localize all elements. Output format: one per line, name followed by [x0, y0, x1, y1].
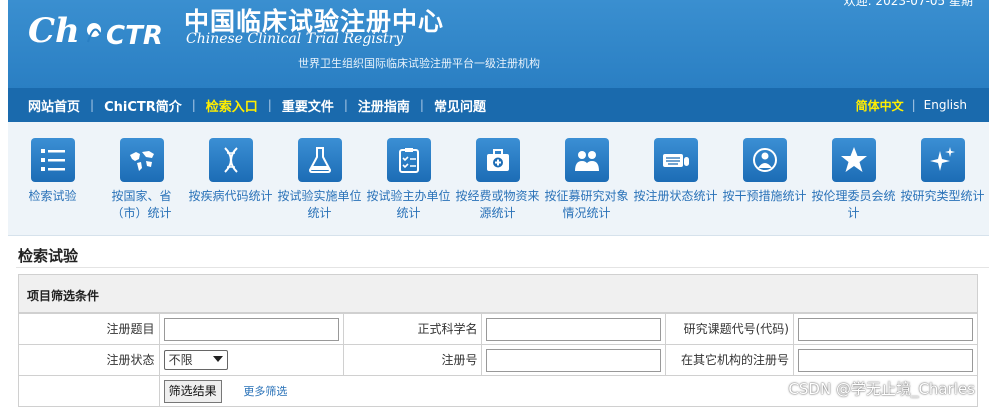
list-icon	[30, 138, 75, 182]
reg-no-label: 注册号	[342, 344, 483, 376]
reg-title-label: 注册题目	[18, 313, 160, 345]
filter-heading-text: 项目筛选条件	[27, 289, 100, 303]
reg-no-input[interactable]	[486, 348, 662, 372]
star-icon	[831, 138, 876, 182]
page: Ch CTR 中国临床试验注册中心 Chinese Clinical Trial…	[0, 0, 993, 407]
reg-status-cell: 不限	[158, 344, 344, 376]
svg-text:CTR: CTR	[106, 21, 163, 50]
welcome-date: 欢迎: 2023-07-05 星期	[843, 0, 973, 8]
project-code-cell	[793, 313, 978, 345]
doctor-icon	[742, 138, 787, 182]
filter-submit-button[interactable]: 筛选结果	[163, 379, 222, 403]
stats-link-label: 按研究类型统计	[900, 189, 985, 203]
other-reg-label: 在其它机构的注册号	[665, 344, 794, 376]
stats-link-label: 按征募研究对象情况统计	[544, 189, 629, 220]
nav-item-2[interactable]: 检索入口	[196, 96, 268, 115]
stats-link-label: 按试验主办单位统计	[366, 189, 451, 220]
nav-item-0[interactable]: 网站首页	[18, 96, 90, 115]
filter-heading: 项目筛选条件	[18, 274, 978, 313]
nav-item-4[interactable]: 注册指南	[348, 96, 420, 115]
reg-status-label: 注册状态	[18, 344, 160, 376]
more-filters-link[interactable]: 更多筛选	[243, 383, 287, 399]
stats-link-1[interactable]: 按国家、省（市）统计	[97, 138, 186, 234]
stats-link-label: 按干预措施统计	[722, 189, 807, 203]
empty-cell	[18, 375, 160, 407]
stats-link-7[interactable]: 按注册状态统计	[631, 138, 720, 234]
language-switch: 简体中文 | English	[848, 88, 975, 122]
chevron-down-icon	[212, 356, 223, 362]
reg-no-cell	[481, 344, 667, 376]
reg-status-select[interactable]: 不限	[163, 350, 228, 370]
stats-link-2[interactable]: 按疾病代码统计	[186, 138, 275, 234]
stats-link-6[interactable]: 按征募研究对象情况统计	[542, 138, 631, 234]
stats-link-label: 按国家、省（市）统计	[111, 189, 172, 220]
stats-link-10[interactable]: 按研究类型统计	[898, 138, 987, 234]
reg-status-value: 不限	[168, 353, 193, 367]
medical-kit-icon	[475, 138, 520, 182]
reg-title-cell	[158, 313, 344, 345]
lang-en[interactable]: English	[916, 98, 975, 112]
clipboard-icon	[386, 138, 431, 182]
stats-link-3[interactable]: 按试验实施单位统计	[275, 138, 364, 234]
keyboard-mouse-icon	[653, 138, 698, 182]
lang-zh[interactable]: 简体中文	[848, 97, 912, 114]
stats-link-label: 按疾病代码统计	[188, 189, 273, 203]
stats-link-8[interactable]: 按干预措施统计	[720, 138, 809, 234]
project-code-input[interactable]	[798, 317, 973, 341]
flask-icon	[297, 138, 342, 182]
nav-items: 网站首页 | ChiCTR简介 | 检索入口 | 重要文件 | 注册指南 | 常见问题	[18, 88, 496, 122]
stats-link-9[interactable]: 按伦理委员会统计	[809, 138, 898, 234]
people-icon	[564, 138, 609, 182]
stats-link-0[interactable]: 检索试验	[8, 138, 97, 234]
reg-title-input[interactable]	[163, 317, 339, 341]
stats-link-label: 按经费或物资来源统计	[455, 189, 540, 220]
stats-link-label: 按试验实施单位统计	[277, 189, 362, 220]
other-reg-input[interactable]	[798, 348, 973, 372]
site-tagline: 世界卫生组织国际临床试验注册平台一级注册机构	[298, 57, 540, 70]
stats-icon-bar: 检索试验 按国家、省（市）统计 按疾病代码统计 按试验实施单位统计 按试验主办单位统计按…	[8, 122, 989, 236]
stats-link-label: 检索试验	[28, 189, 77, 203]
project-code-label: 研究课题代号(代码)	[665, 313, 794, 345]
world-map-icon	[119, 138, 164, 182]
chictr-logo[interactable]: Ch CTR	[26, 4, 186, 50]
site-title-en: Chinese Clinical Trial Registry	[186, 31, 404, 47]
stats-link-4[interactable]: 按试验主办单位统计	[364, 138, 453, 234]
sci-title-label: 正式科学名	[342, 313, 483, 345]
title-divider	[16, 267, 989, 268]
svg-text:Ch: Ch	[28, 11, 80, 50]
nav-item-1[interactable]: ChiCTR简介	[94, 96, 192, 115]
nav-item-3[interactable]: 重要文件	[272, 96, 344, 115]
dna-icon	[208, 138, 253, 182]
page-title: 检索试验	[18, 247, 79, 265]
stats-link-label: 按伦理委员会统计	[811, 189, 896, 220]
sci-title-cell	[481, 313, 667, 345]
sci-title-input[interactable]	[486, 317, 662, 341]
nav-item-5[interactable]: 常见问题	[424, 96, 496, 115]
main-nav: 网站首页 | ChiCTR简介 | 检索入口 | 重要文件 | 注册指南 | 常见问题 简体中文 | E…	[8, 88, 989, 122]
other-reg-cell	[793, 344, 978, 376]
csdn-watermark: CSDN @学无止境_Charles	[788, 380, 975, 398]
stats-link-label: 按注册状态统计	[633, 189, 718, 203]
sparkle-icon	[920, 138, 965, 182]
filter-row: 注册状态 不限 注册号 在其它机构的注册号	[18, 344, 978, 376]
site-frame: Ch CTR 中国临床试验注册中心 Chinese Clinical Trial…	[8, 0, 989, 407]
stats-link-5[interactable]: 按经费或物资来源统计	[453, 138, 542, 234]
site-header: Ch CTR 中国临床试验注册中心 Chinese Clinical Trial…	[8, 0, 989, 88]
filter-row: 注册题目 正式科学名 研究课题代号(代码)	[18, 313, 978, 345]
